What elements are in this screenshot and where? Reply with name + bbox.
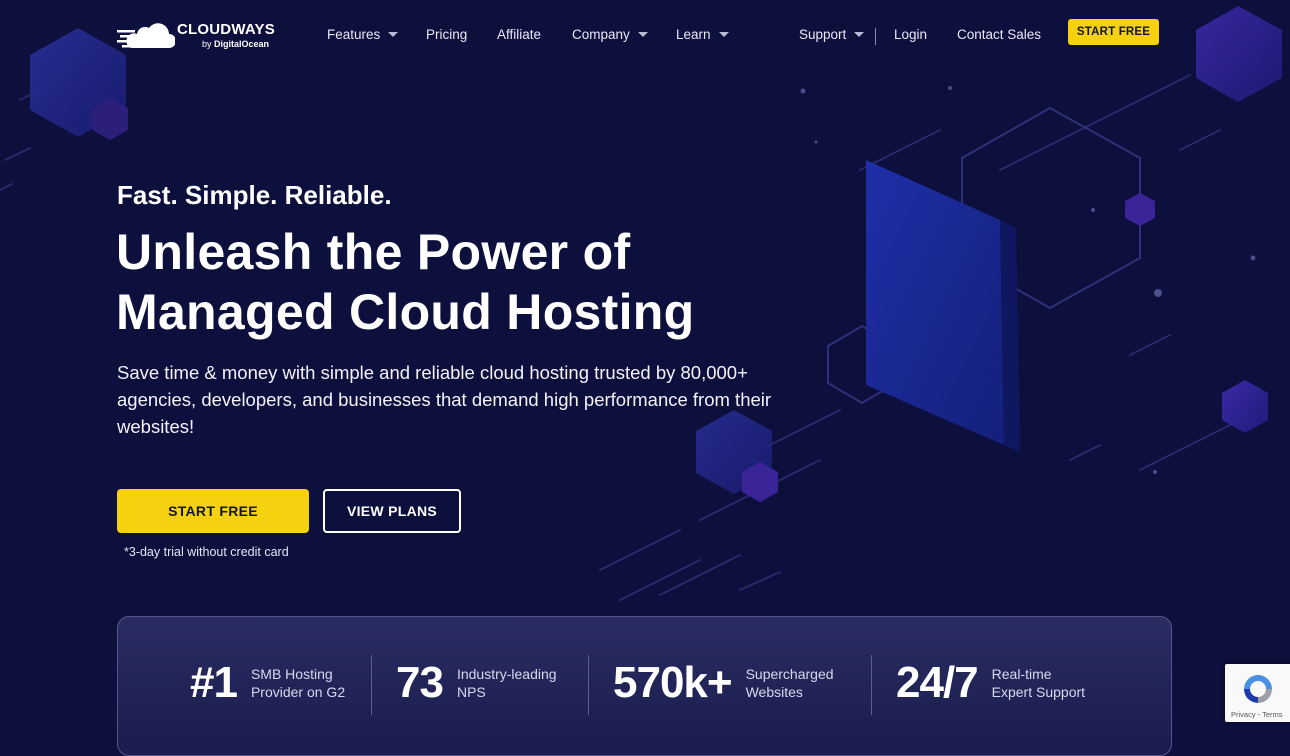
stat-item: 73 Industry-leading NPS — [396, 661, 577, 705]
brand-name: CLOUDWAYS — [177, 20, 275, 38]
chevron-down-icon — [854, 32, 865, 37]
nav-learn-label: Learn — [676, 27, 711, 42]
nav-company-label: Company — [572, 27, 630, 42]
hero-description: Save time & money with simple and reliab… — [117, 362, 772, 437]
nav-affiliate[interactable]: Affiliate — [497, 27, 541, 42]
recaptcha-icon — [1241, 672, 1275, 706]
start-free-button[interactable]: START FREE — [117, 489, 309, 533]
stat-separator — [588, 655, 589, 715]
chevron-down-icon — [637, 32, 648, 37]
stat-label-line: Industry-leading — [456, 666, 557, 682]
nav-support[interactable]: Support — [799, 27, 865, 42]
stat-label-line: Real-time — [991, 666, 1052, 682]
brand-by: by — [202, 38, 212, 49]
stat-separator — [871, 655, 872, 715]
stat-item: #1 SMB Hosting Provider on G2 — [190, 661, 371, 705]
recaptcha-badge[interactable]: Privacy - Terms — [1225, 664, 1290, 722]
stat-label-line: Supercharged — [745, 666, 834, 682]
stat-label: Industry-leading NPS — [457, 665, 577, 701]
nav-contact-sales-label: Contact Sales — [957, 27, 1042, 42]
stat-label-line: Provider on G2 — [250, 684, 346, 700]
stat-label: Real-time Expert Support — [992, 665, 1112, 701]
view-plans-button[interactable]: VIEW PLANS — [323, 489, 461, 533]
hero-headline: Unleash the Power of Managed Cloud Hosti… — [116, 222, 836, 342]
trial-note: *3-day trial without credit card — [124, 545, 289, 559]
hero-kicker: Fast. Simple. Reliable. — [117, 180, 392, 210]
nav-pricing-label: Pricing — [426, 27, 468, 42]
stat-value: 24/7 — [896, 658, 979, 707]
logo-wordmark: CLOUDWAYS by DigitalOcean — [177, 22, 275, 49]
nav-login[interactable]: Login — [894, 27, 927, 42]
brand-parent-name: DigitalOcean — [214, 38, 270, 49]
nav-pricing[interactable]: Pricing — [426, 27, 467, 42]
stat-item: 24/7 Real-time Expert Support — [896, 661, 1112, 705]
stat-label: Supercharged Websites — [746, 665, 866, 701]
nav-company[interactable]: Company — [572, 27, 648, 42]
chevron-down-icon — [718, 32, 729, 37]
nav-features[interactable]: Features — [327, 27, 399, 42]
nav-divider — [875, 28, 876, 45]
hero-headline-line1: Unleash the Power of — [116, 224, 631, 280]
nav-learn[interactable]: Learn — [676, 27, 729, 42]
stat-item: 570k+ Supercharged Websites — [613, 661, 866, 705]
stat-separator — [371, 655, 372, 715]
recaptcha-links[interactable]: Privacy - Terms — [1231, 710, 1283, 719]
nav-features-label: Features — [327, 27, 381, 42]
stat-label-line: Websites — [745, 684, 803, 700]
stat-label-line: Expert Support — [991, 684, 1086, 700]
brand-logo[interactable]: CLOUDWAYS by DigitalOcean — [117, 20, 275, 50]
site-header: CLOUDWAYS by DigitalOcean Features Prici… — [0, 0, 1290, 70]
stat-label-line: NPS — [456, 684, 486, 700]
stat-label-line: SMB Hosting — [250, 666, 333, 682]
cloud-logo-icon — [117, 20, 176, 50]
stat-value: 570k+ — [613, 658, 733, 707]
stat-value: 73 — [396, 658, 444, 707]
hero-headline-line2: Managed Cloud Hosting — [116, 284, 695, 340]
stat-value: #1 — [190, 658, 238, 707]
nav-login-label: Login — [894, 27, 928, 42]
brand-parent: by DigitalOcean — [202, 38, 275, 49]
stat-label: SMB Hosting Provider on G2 — [251, 665, 371, 701]
nav-contact-sales[interactable]: Contact Sales — [957, 27, 1041, 42]
stats-panel: #1 SMB Hosting Provider on G2 73 Industr… — [117, 616, 1172, 756]
nav-affiliate-label: Affiliate — [497, 27, 542, 42]
chevron-down-icon — [388, 32, 399, 37]
header-start-free-button[interactable]: START FREE — [1068, 19, 1159, 45]
nav-support-label: Support — [799, 27, 847, 42]
